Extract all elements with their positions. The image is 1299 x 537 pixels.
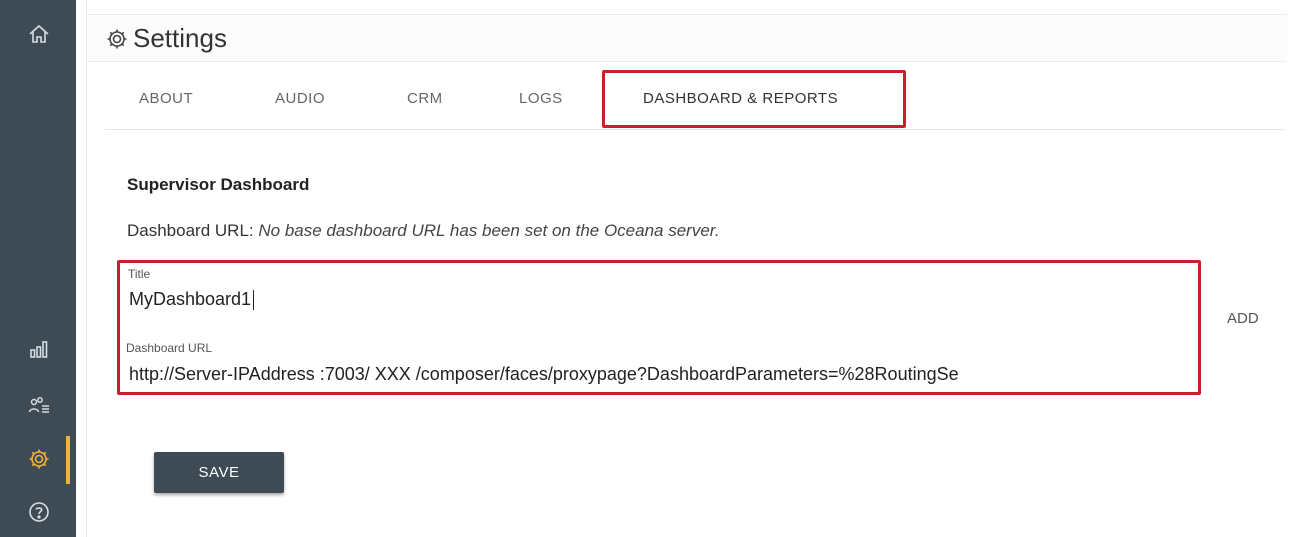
text-caret bbox=[253, 290, 255, 311]
home-icon[interactable] bbox=[22, 17, 56, 51]
dashboard-url-note: No base dashboard URL has been set on th… bbox=[258, 221, 720, 240]
title-field-value: MyDashboard1 bbox=[129, 289, 252, 309]
tab-bar: ABOUT AUDIO CRM LOGS DASHBOARD & REPORTS bbox=[105, 66, 1285, 130]
add-button[interactable]: ADD bbox=[1227, 310, 1259, 327]
settings-panel: Settings ABOUT AUDIO CRM LOGS DASHBOARD … bbox=[86, 0, 1299, 537]
tab-logs[interactable]: LOGS bbox=[519, 90, 563, 107]
sidebar bbox=[0, 0, 76, 537]
url-field[interactable]: http://Server-IPAddress :7003/ XXX /comp… bbox=[129, 364, 1193, 385]
page-title: Settings bbox=[105, 23, 227, 54]
title-field[interactable]: MyDashboard1 bbox=[129, 289, 255, 311]
page-title-text: Settings bbox=[133, 23, 227, 53]
save-button[interactable]: SAVE bbox=[154, 452, 284, 493]
dashboard-url-info: Dashboard URL: No base dashboard URL has… bbox=[127, 221, 720, 241]
tab-dashboard-reports[interactable]: DASHBOARD & REPORTS bbox=[643, 90, 838, 107]
page-header: Settings bbox=[87, 14, 1287, 62]
dashboard-form: Title MyDashboard1 Dashboard URL http://… bbox=[117, 260, 1201, 395]
help-icon[interactable] bbox=[22, 495, 56, 529]
gear-icon bbox=[105, 27, 129, 51]
section-title: Supervisor Dashboard bbox=[127, 175, 310, 194]
url-field-label: Dashboard URL bbox=[126, 341, 213, 355]
tab-audio[interactable]: AUDIO bbox=[275, 90, 325, 107]
gear-icon[interactable] bbox=[22, 442, 56, 476]
bar-chart-icon[interactable] bbox=[22, 332, 56, 366]
title-field-label: Title bbox=[128, 267, 151, 281]
url-field-value: http://Server-IPAddress :7003/ XXX /comp… bbox=[129, 364, 959, 384]
dashboard-url-label: Dashboard URL: bbox=[127, 221, 254, 240]
tab-about[interactable]: ABOUT bbox=[139, 90, 193, 107]
tab-crm[interactable]: CRM bbox=[407, 90, 443, 107]
users-list-icon[interactable] bbox=[22, 388, 56, 422]
active-indicator bbox=[66, 436, 70, 484]
